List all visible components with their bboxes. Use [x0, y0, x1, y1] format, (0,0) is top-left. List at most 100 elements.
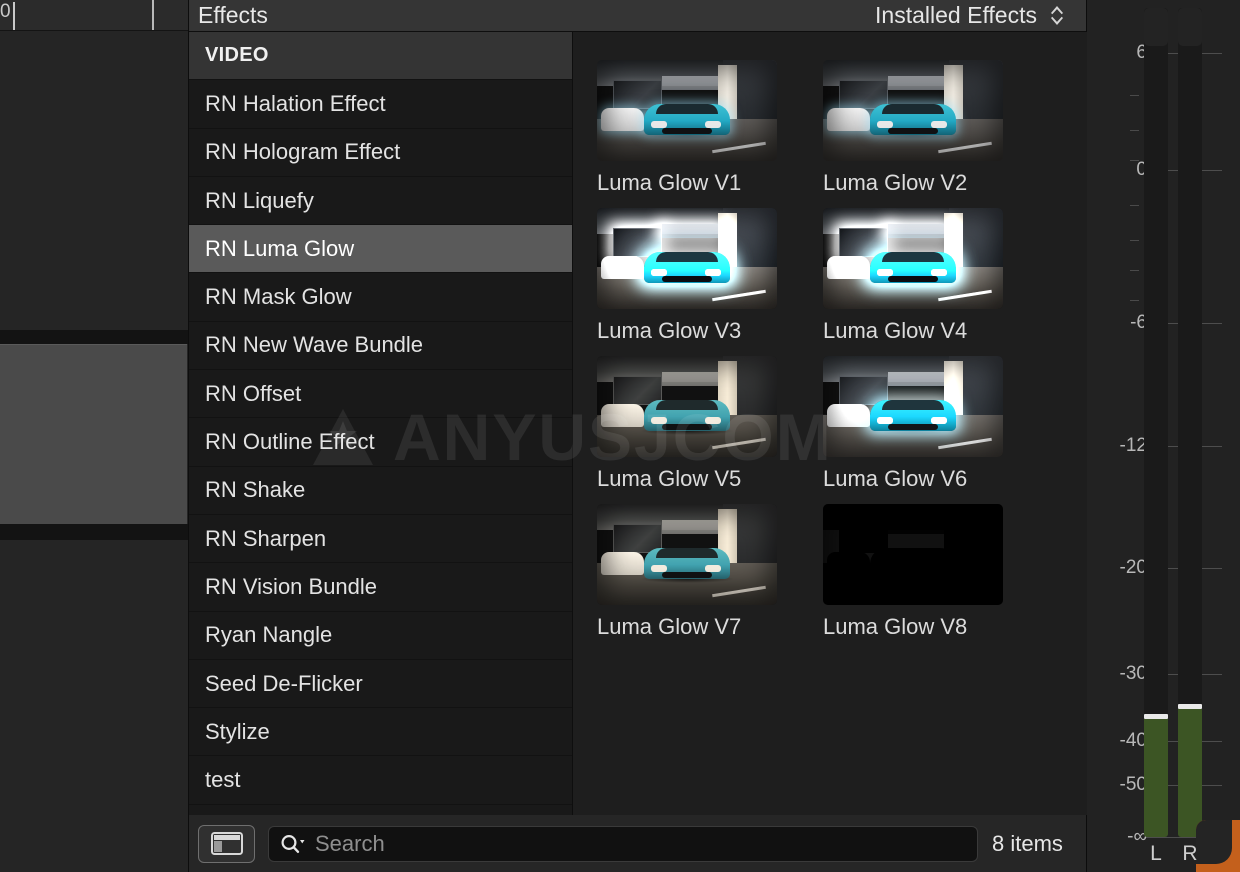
meter-minor-tick: [1130, 240, 1139, 241]
effect-tile[interactable]: Luma Glow V8: [823, 504, 1027, 640]
effect-preview-image: [823, 504, 1003, 605]
category-list-item[interactable]: Stylize: [189, 708, 572, 756]
category-list-item[interactable]: RN Vision Bundle: [189, 563, 572, 611]
category-label: Ryan Nangle: [205, 622, 332, 648]
meter-minor-tick: [1130, 130, 1139, 131]
effect-tile[interactable]: Luma Glow V7: [597, 504, 801, 640]
meter-minor-tick: [1130, 205, 1139, 206]
effect-name-label: Luma Glow V5: [597, 466, 801, 492]
meter-tick-label: -40: [1120, 730, 1147, 752]
browser-body: VIDEO RN Halation Effect RN Hologram Effec…: [189, 32, 1087, 815]
category-label: RN Liquefy: [205, 188, 314, 214]
category-list-item[interactable]: RN Shake: [189, 467, 572, 515]
effect-thumbnail[interactable]: [823, 208, 1003, 309]
effect-thumbnail[interactable]: [823, 504, 1003, 605]
category-label: VIDEO: [205, 44, 269, 67]
effect-tile[interactable]: Luma Glow V2: [823, 60, 1027, 196]
category-list-item[interactable]: RN Hologram Effect: [189, 129, 572, 177]
category-label: RN Mask Glow: [205, 284, 352, 310]
category-list-item[interactable]: RN Halation Effect: [189, 80, 572, 128]
audio-meters-panel[interactable]: 60-6-12-20-30-40-50-∞ LR: [1086, 0, 1240, 872]
effects-grid-pane[interactable]: Luma Glow V1 Luma Glow V2 Luma Glow V3 Luma…: [573, 32, 1087, 815]
playhead-marker[interactable]: [13, 2, 15, 30]
effect-thumbnail[interactable]: [823, 356, 1003, 457]
category-label: RN Hologram Effect: [205, 139, 400, 165]
meter-cap-left: [1144, 8, 1168, 46]
effect-thumbnail[interactable]: [597, 60, 777, 161]
meter-level-fill: [1178, 709, 1202, 837]
audio-meter-channel-right: [1178, 8, 1202, 832]
category-list-item[interactable]: RN New Wave Bundle: [189, 322, 572, 370]
category-label: RN Luma Glow: [205, 236, 354, 262]
effect-name-label: Luma Glow V8: [823, 614, 1027, 640]
category-label: RN Outline Effect: [205, 429, 375, 455]
category-list-item[interactable]: RN Mask Glow: [189, 273, 572, 321]
category-section-header: VIDEO: [189, 32, 572, 80]
category-list-item[interactable]: RN Luma Glow: [189, 225, 572, 273]
effect-preview-image: [823, 60, 1003, 161]
meter-tick-label: -12: [1120, 435, 1147, 457]
effect-preview-image: [823, 208, 1003, 309]
effect-tile[interactable]: Luma Glow V6: [823, 356, 1027, 492]
category-label: test: [205, 767, 240, 793]
effect-tile[interactable]: Luma Glow V4: [823, 208, 1027, 344]
effects-browser-screen: 0 Effects Installed Effects VIDEO RN Hala…: [0, 0, 1240, 872]
category-label: RN New Wave Bundle: [205, 332, 423, 358]
category-list-item[interactable]: RN Sharpen: [189, 515, 572, 563]
effect-thumbnail[interactable]: [597, 504, 777, 605]
meter-level-fill: [1144, 719, 1168, 837]
timeline-ruler-value: 0: [0, 1, 11, 23]
timeline-gap-upper: [0, 330, 188, 344]
effect-name-label: Luma Glow V2: [823, 170, 1027, 196]
timeline-panel: 0: [0, 0, 188, 872]
category-list-item[interactable]: RN Offset: [189, 370, 572, 418]
search-input[interactable]: Search: [268, 826, 978, 862]
meter-minor-tick: [1130, 160, 1139, 161]
effect-name-label: Luma Glow V3: [597, 318, 801, 344]
effect-thumbnail[interactable]: [597, 356, 777, 457]
effect-preview-image: [823, 356, 1003, 457]
category-label: RN Vision Bundle: [205, 574, 377, 600]
category-list-item[interactable]: Seed De-Flicker: [189, 660, 572, 708]
meter-tick-label: -50: [1120, 774, 1147, 796]
timeline-gap-lower: [0, 524, 188, 540]
category-label: Stylize: [205, 719, 270, 745]
category-list-item[interactable]: Ryan Nangle: [189, 612, 572, 660]
meter-peak-indicator: [1178, 704, 1202, 709]
category-label: Seed De-Flicker: [205, 671, 363, 697]
effects-category-list[interactable]: VIDEO RN Halation Effect RN Hologram Effec…: [189, 32, 573, 815]
chevron-up-down-icon[interactable]: [1049, 4, 1065, 27]
meter-tick-label: -20: [1120, 557, 1147, 579]
page-title: Effects: [198, 0, 268, 31]
orange-corner-accent: [1196, 820, 1240, 872]
effect-tile[interactable]: Luma Glow V1: [597, 60, 801, 196]
effect-name-label: Luma Glow V1: [597, 170, 801, 196]
meter-peak-indicator: [1144, 714, 1168, 719]
effect-thumbnail[interactable]: [597, 208, 777, 309]
timeline-clip[interactable]: [0, 344, 187, 525]
item-count-label: 8 items: [992, 831, 1063, 857]
search-icon[interactable]: [279, 833, 309, 855]
playhead[interactable]: [152, 0, 154, 30]
category-list-item[interactable]: RN Outline Effect: [189, 418, 572, 466]
category-list-item[interactable]: test: [189, 756, 572, 804]
installed-effects-filter-label[interactable]: Installed Effects: [875, 0, 1037, 31]
effect-name-label: Luma Glow V4: [823, 318, 1027, 344]
browser-toolbar: Search 8 items: [189, 814, 1087, 872]
category-label: RN Sharpen: [205, 526, 326, 552]
effect-preview-image: [597, 356, 777, 457]
category-label: RN Shake: [205, 477, 305, 503]
effects-grid: Luma Glow V1 Luma Glow V2 Luma Glow V3 Luma…: [573, 32, 1087, 640]
effect-tile[interactable]: Luma Glow V3: [597, 208, 801, 344]
meter-minor-tick: [1130, 270, 1139, 271]
effect-name-label: Luma Glow V7: [597, 614, 801, 640]
category-list-item[interactable]: RN Liquefy: [189, 177, 572, 225]
search-placeholder: Search: [315, 831, 385, 857]
sidebar-layout-icon[interactable]: [198, 825, 255, 863]
meter-channel-label: R: [1178, 842, 1202, 866]
effect-tile[interactable]: Luma Glow V5: [597, 356, 801, 492]
effect-preview-image: [597, 504, 777, 605]
category-label: RN Halation Effect: [205, 91, 386, 117]
timeline-ruler[interactable]: 0: [0, 0, 188, 31]
effect-thumbnail[interactable]: [823, 60, 1003, 161]
